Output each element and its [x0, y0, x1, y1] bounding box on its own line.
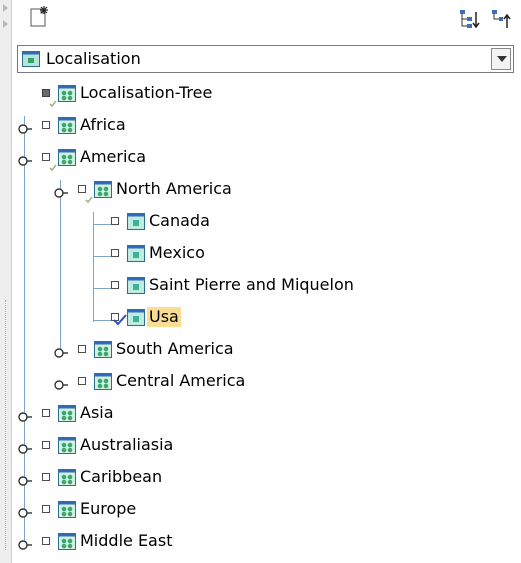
tree-checkbox[interactable]	[42, 473, 50, 481]
tree-node-label[interactable]: Middle East	[78, 531, 174, 551]
localisation-panel: Localisation Localisation-Tree Africa Amer…	[12, 0, 521, 563]
tree-node-label[interactable]: Mexico	[147, 243, 207, 263]
new-document-icon[interactable]	[28, 6, 50, 28]
expand-tree-icon[interactable]	[458, 8, 480, 30]
tree-node-caribbean[interactable]: Caribbean	[12, 462, 521, 494]
region-group-icon	[94, 341, 112, 362]
tree-node-label[interactable]: Africa	[78, 115, 128, 135]
tree-checkbox[interactable]	[111, 249, 119, 257]
tree-node-north-america[interactable]: North America	[12, 174, 521, 206]
check-mark-icon	[85, 188, 93, 207]
tree-node-label[interactable]: North America	[114, 179, 234, 199]
gutter-arrow-icon[interactable]	[3, 4, 8, 12]
check-mark-icon	[113, 311, 127, 330]
selector-value: Localisation	[46, 49, 141, 68]
expand-toggle-icon[interactable]	[18, 120, 32, 139]
region-group-icon	[58, 405, 76, 426]
localisation-tree: Localisation-Tree Africa America North Amer…	[12, 78, 521, 563]
country-icon	[127, 213, 145, 234]
tree-node-label[interactable]: Central America	[114, 371, 247, 391]
tree-checkbox[interactable]	[78, 345, 86, 353]
tree-node-middle-east[interactable]: Middle East	[12, 526, 521, 558]
region-group-icon	[58, 469, 76, 490]
tree-node-canada[interactable]: Canada	[12, 206, 521, 238]
tree-checkbox[interactable]	[42, 121, 50, 129]
tree-node-label[interactable]: Localisation-Tree	[78, 83, 214, 103]
region-group-icon	[58, 437, 76, 458]
left-gutter	[0, 0, 12, 563]
chevron-down-icon	[497, 56, 507, 62]
region-group-icon	[94, 181, 112, 202]
region-group-icon	[94, 373, 112, 394]
country-icon	[127, 245, 145, 266]
country-icon	[127, 309, 145, 330]
tree-node-africa[interactable]: Africa	[12, 110, 521, 142]
tree-node-label[interactable]: South America	[114, 339, 236, 359]
tree-node-mexico[interactable]: Mexico	[12, 238, 521, 270]
tree-checkbox[interactable]	[111, 217, 119, 225]
tree-node-label[interactable]: Canada	[147, 211, 212, 231]
tree-node-label[interactable]: Australiasia	[78, 435, 175, 455]
toolbar	[12, 0, 521, 36]
expand-toggle-icon[interactable]	[18, 440, 32, 459]
tree-node-label[interactable]: Usa	[147, 307, 181, 327]
localisation-window-icon	[22, 51, 40, 71]
tree-checkbox[interactable]	[111, 281, 119, 289]
tree-node-label[interactable]: Asia	[78, 403, 116, 423]
expand-toggle-icon[interactable]	[18, 152, 32, 171]
sort-up-icon[interactable]	[490, 8, 512, 30]
tree-node-asia[interactable]: Asia	[12, 398, 521, 430]
tree-node-label[interactable]: Saint Pierre and Miquelon	[147, 275, 356, 295]
tree-node-usa[interactable]: Usa	[12, 302, 521, 334]
expand-toggle-icon[interactable]	[54, 344, 68, 363]
gutter-splitter[interactable]	[5, 300, 8, 550]
tree-checkbox[interactable]	[78, 377, 86, 385]
tree-node-america[interactable]: America	[12, 142, 521, 174]
region-group-icon	[58, 117, 76, 138]
tree-node-europe[interactable]: Europe	[12, 494, 521, 526]
region-group-icon	[58, 149, 76, 170]
region-group-icon	[58, 501, 76, 522]
tree-checkbox[interactable]	[42, 409, 50, 417]
tree-node-central-america[interactable]: Central America	[12, 366, 521, 398]
tree-node-label[interactable]: Europe	[78, 499, 138, 519]
tree-node-label[interactable]: Caribbean	[78, 467, 164, 487]
tree-node-south-america[interactable]: South America	[12, 334, 521, 366]
expand-toggle-icon[interactable]	[18, 536, 32, 555]
expand-toggle-icon[interactable]	[18, 408, 32, 427]
tree-checkbox[interactable]	[42, 441, 50, 449]
tree-node-saint-pierre[interactable]: Saint Pierre and Miquelon	[12, 270, 521, 302]
dropdown-button[interactable]	[491, 48, 511, 70]
expand-toggle-icon[interactable]	[18, 472, 32, 491]
tree-node-label[interactable]: America	[78, 147, 148, 167]
country-icon	[127, 277, 145, 298]
region-group-icon	[58, 533, 76, 554]
expand-toggle-icon[interactable]	[54, 376, 68, 395]
tree-checkbox[interactable]	[42, 537, 50, 545]
gutter-arrow-icon[interactable]	[3, 20, 8, 28]
expand-toggle-icon[interactable]	[18, 504, 32, 523]
check-mark-icon	[49, 156, 57, 175]
region-group-icon	[58, 85, 76, 106]
check-mark-icon	[49, 92, 57, 111]
tree-checkbox[interactable]	[42, 505, 50, 513]
tree-node-australiasia[interactable]: Australiasia	[12, 430, 521, 462]
expand-toggle-icon[interactable]	[54, 184, 68, 203]
tree-node-root[interactable]: Localisation-Tree	[12, 78, 521, 110]
localisation-selector[interactable]: Localisation	[17, 45, 514, 73]
